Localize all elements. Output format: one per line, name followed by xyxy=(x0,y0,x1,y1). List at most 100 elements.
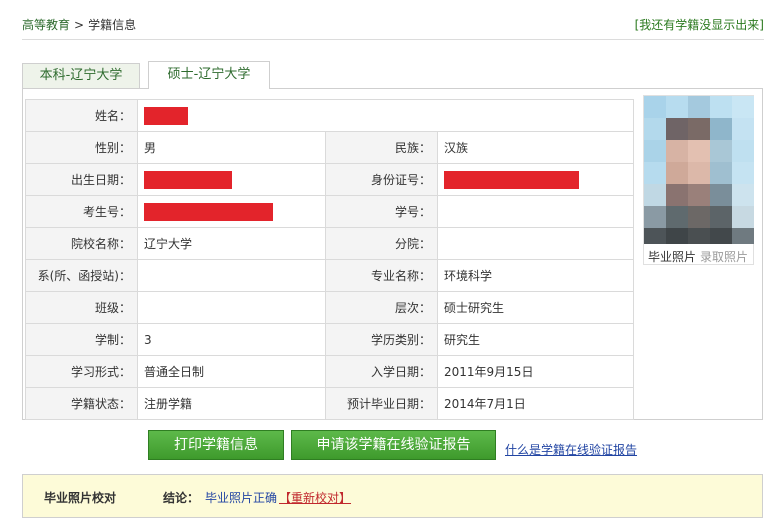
photo-pixel xyxy=(644,140,666,162)
enroll-date-value: 2011年9月15日 xyxy=(437,355,634,388)
photo-pixel xyxy=(710,118,732,140)
branch-label: 分院： xyxy=(325,227,438,260)
photo-pixel xyxy=(688,118,710,140)
photo-pixel xyxy=(644,118,666,140)
photo-pixel xyxy=(688,140,710,162)
photo-pixel xyxy=(732,206,754,228)
photo-pixel xyxy=(732,162,754,184)
degree-type-label: 学历类别： xyxy=(325,323,438,356)
photo-pixel xyxy=(710,140,732,162)
major-value: 环境科学 xyxy=(437,259,634,292)
level-value: 硕士研究生 xyxy=(437,291,634,324)
photo-pixel xyxy=(732,96,754,118)
ethnicity-value: 汉族 xyxy=(437,131,634,164)
id-number-label: 身份证号： xyxy=(325,163,438,196)
breadcrumb: 高等教育 > 学籍信息 xyxy=(22,16,136,33)
table-row: 姓名： xyxy=(25,99,634,132)
grad-date-label: 预计毕业日期： xyxy=(325,387,438,420)
photo-pixel xyxy=(732,184,754,206)
table-row: 性别： 男 民族： 汉族 xyxy=(25,131,634,164)
recheck-link[interactable]: 【重新校对】 xyxy=(279,489,351,506)
conclusion-result: 毕业照片正确 xyxy=(205,491,278,505)
status-value: 注册学籍 xyxy=(137,387,326,420)
breadcrumb-home-link[interactable]: 高等教育 xyxy=(22,18,70,32)
photo-pixel xyxy=(688,96,710,118)
photo-pixel xyxy=(710,206,732,228)
enroll-date-label: 入学日期： xyxy=(325,355,438,388)
photo-pixel xyxy=(644,96,666,118)
redaction-block xyxy=(444,170,579,189)
student-info-table: 姓名： 性别： 男 民族： 汉族 出生日期： 身份证号： 考生号： 学号： 院校… xyxy=(25,99,634,420)
class-value xyxy=(137,291,326,324)
photo-pixel xyxy=(688,162,710,184)
exam-number-label: 考生号： xyxy=(25,195,138,228)
gender-value: 男 xyxy=(137,131,326,164)
table-row: 学制： 3 学历类别： 研究生 xyxy=(25,323,634,356)
redaction-block xyxy=(144,202,273,221)
birthdate-value xyxy=(137,163,326,196)
class-label: 班级： xyxy=(25,291,138,324)
school-label: 院校名称： xyxy=(25,227,138,260)
graduation-photo-label: 毕业照片 xyxy=(648,250,697,264)
photo-verification-box: 毕业照片校对 结论： 毕业照片正确 【重新校对】 xyxy=(22,474,763,518)
duration-label: 学制： xyxy=(25,323,138,356)
photo-pixel xyxy=(710,96,732,118)
table-row: 考生号： 学号： xyxy=(25,195,634,228)
ethnicity-label: 民族： xyxy=(325,131,438,164)
birthdate-label: 出生日期： xyxy=(25,163,138,196)
graduation-photo xyxy=(644,96,754,244)
photo-pixel xyxy=(666,162,688,184)
name-label: 姓名： xyxy=(25,99,138,132)
what-is-verification-report-link[interactable]: 什么是学籍在线验证报告 xyxy=(505,441,637,458)
major-label: 专业名称： xyxy=(325,259,438,292)
table-row: 学籍状态： 注册学籍 预计毕业日期： 2014年7月1日 xyxy=(25,387,634,420)
table-row: 出生日期： 身份证号： xyxy=(25,163,634,196)
study-form-value: 普通全日制 xyxy=(137,355,326,388)
photo-pixel xyxy=(666,184,688,206)
photo-pixel xyxy=(688,228,710,244)
tab-master[interactable]: 硕士-辽宁大学 xyxy=(148,61,270,89)
breadcrumb-separator: > xyxy=(74,18,85,32)
photo-pixel xyxy=(644,206,666,228)
photo-caption: 毕业照片 录取照片 xyxy=(648,248,748,265)
student-number-label: 学号： xyxy=(325,195,438,228)
missing-record-link[interactable]: [我还有学籍没显示出来] xyxy=(635,16,764,33)
tab-bachelor[interactable]: 本科-辽宁大学 xyxy=(22,63,140,88)
photo-pixel xyxy=(644,228,666,244)
student-number-value xyxy=(437,195,634,228)
table-row: 系(所、函授站)： 专业名称： 环境科学 xyxy=(25,259,634,292)
status-label: 学籍状态： xyxy=(25,387,138,420)
table-row: 院校名称： 辽宁大学 分院： xyxy=(25,227,634,260)
photo-pixel xyxy=(644,162,666,184)
apply-verification-report-button[interactable]: 申请该学籍在线验证报告 xyxy=(291,430,496,460)
name-value xyxy=(137,99,634,132)
photo-pixel xyxy=(710,162,732,184)
photo-pixel xyxy=(688,184,710,206)
photo-pixel xyxy=(666,96,688,118)
duration-value: 3 xyxy=(137,323,326,356)
branch-value xyxy=(437,227,634,260)
exam-number-value xyxy=(137,195,326,228)
breadcrumb-current: 学籍信息 xyxy=(88,18,137,32)
admission-photo-link[interactable]: 录取照片 xyxy=(700,250,748,264)
department-value xyxy=(137,259,326,292)
conclusion-label: 结论： xyxy=(163,491,200,505)
photo-pixel xyxy=(710,228,732,244)
gender-label: 性别： xyxy=(25,131,138,164)
school-value: 辽宁大学 xyxy=(137,227,326,260)
photo-pixel xyxy=(644,184,666,206)
photo-pixel xyxy=(666,228,688,244)
photo-pixel xyxy=(710,184,732,206)
photo-verification-title: 毕业照片校对 xyxy=(44,491,117,505)
photo-pixel xyxy=(732,228,754,244)
photo-pixel xyxy=(732,118,754,140)
table-row: 班级： 层次： 硕士研究生 xyxy=(25,291,634,324)
print-record-button[interactable]: 打印学籍信息 xyxy=(148,430,284,460)
grad-date-value: 2014年7月1日 xyxy=(437,387,634,420)
photo-pixel xyxy=(732,140,754,162)
level-label: 层次： xyxy=(325,291,438,324)
student-record-panel: 姓名： 性别： 男 民族： 汉族 出生日期： 身份证号： 考生号： 学号： 院校… xyxy=(22,88,763,420)
degree-type-value: 研究生 xyxy=(437,323,634,356)
photo-pixel xyxy=(688,206,710,228)
redaction-block xyxy=(144,106,188,125)
